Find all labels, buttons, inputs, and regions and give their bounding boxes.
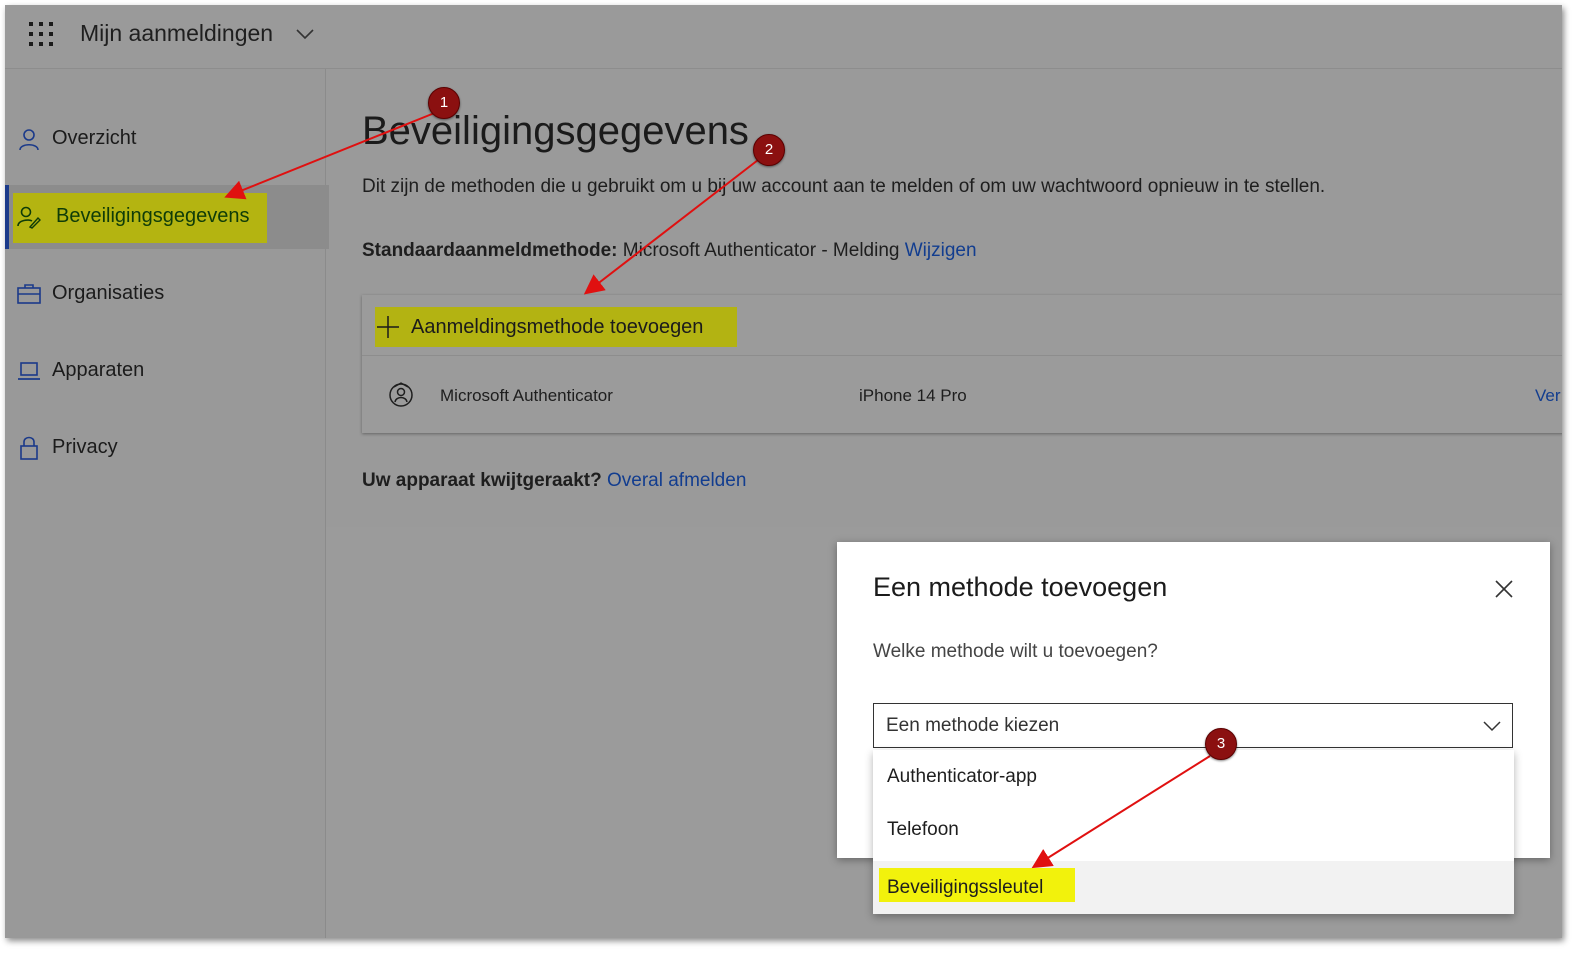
add-method-row[interactable]: Aanmeldingsmethode toevoegen [362,295,1562,356]
app-launcher-icon[interactable] [29,22,53,46]
change-default-link[interactable]: Wijzigen [905,240,977,261]
option-telefoon[interactable]: Telefoon [873,803,1514,856]
annotation-badge: 2 [753,134,785,166]
security-info-icon [17,206,41,229]
page-description: Dit zijn de methoden die u gebruikt om u… [362,176,1326,197]
lock-icon [20,436,38,460]
sidebar-item-beveiligingsgegevens[interactable]: Beveiligingsgegevens [5,185,329,249]
default-method-line: Standaardaanmeldmethode: Microsoft Authe… [362,240,977,262]
top-bar: Mijn aanmeldingen [5,5,1562,69]
table-row: Microsoft Authenticator iPhone 14 Pro Ve… [362,355,1562,433]
person-icon [19,129,39,151]
sidebar-item-label: Beveiligingsgegevens [56,205,250,227]
method-device: iPhone 14 Pro [859,386,967,405]
app-title[interactable]: Mijn aanmeldingen [80,20,273,47]
method-select-value: Een methode kiezen [886,715,1060,736]
option-label: Beveiligingssleutel [887,877,1044,898]
method-action-link[interactable]: Ver [1535,386,1561,406]
option-label: Authenticator-app [887,766,1037,787]
chevron-down-icon [1483,721,1501,732]
plus-icon [377,316,399,338]
lost-device-label: Uw apparaat kwijtgeraakt? [362,470,602,491]
page-title: Beveiligingsgegevens [362,109,749,153]
method-name: Microsoft Authenticator [440,386,613,405]
sign-out-everywhere-link[interactable]: Overal afmelden [607,470,746,491]
option-label: Telefoon [887,819,959,840]
sidebar-item-apparaten[interactable]: Apparaten [5,339,325,403]
dialog-question: Welke methode wilt u toevoegen? [873,641,1158,662]
sidebar: Overzicht Beveiligingsgegevens Organisat… [5,69,329,938]
default-method-label: Standaardaanmeldmethode: [362,240,618,261]
briefcase-icon [17,284,41,304]
sidebar-item-privacy[interactable]: Privacy [5,416,325,480]
close-icon[interactable] [1494,579,1514,599]
default-method-value: Microsoft Authenticator - Melding [622,240,900,261]
sidebar-item-overzicht[interactable]: Overzicht [5,107,325,171]
method-select[interactable]: Een methode kiezen [873,703,1513,748]
option-authenticator-app[interactable]: Authenticator-app [873,750,1514,803]
methods-card: Aanmeldingsmethode toevoegen Microsoft A… [362,295,1562,433]
annotation-badge: 3 [1205,728,1237,760]
sidebar-item-label: Organisaties [52,282,165,304]
option-beveiligingssleutel[interactable]: Beveiligingssleutel [873,861,1514,914]
lost-device-line: Uw apparaat kwijtgeraakt? Overal afmelde… [362,470,746,492]
annotation-badge: 1 [428,87,460,119]
dialog-title: Een methode toevoegen [873,572,1168,602]
chevron-down-icon[interactable] [295,27,315,41]
add-method-button[interactable]: Aanmeldingsmethode toevoegen [411,316,703,339]
sidebar-item-label: Privacy [52,436,118,458]
sidebar-item-label: Overzicht [52,127,137,149]
sidebar-item-organisaties[interactable]: Organisaties [5,262,325,326]
sidebar-item-label: Apparaten [52,359,145,381]
method-dropdown-list: Authenticator-app Telefoon Beveiligingss… [873,750,1514,914]
authenticator-icon [389,382,413,407]
laptop-icon [18,362,40,380]
